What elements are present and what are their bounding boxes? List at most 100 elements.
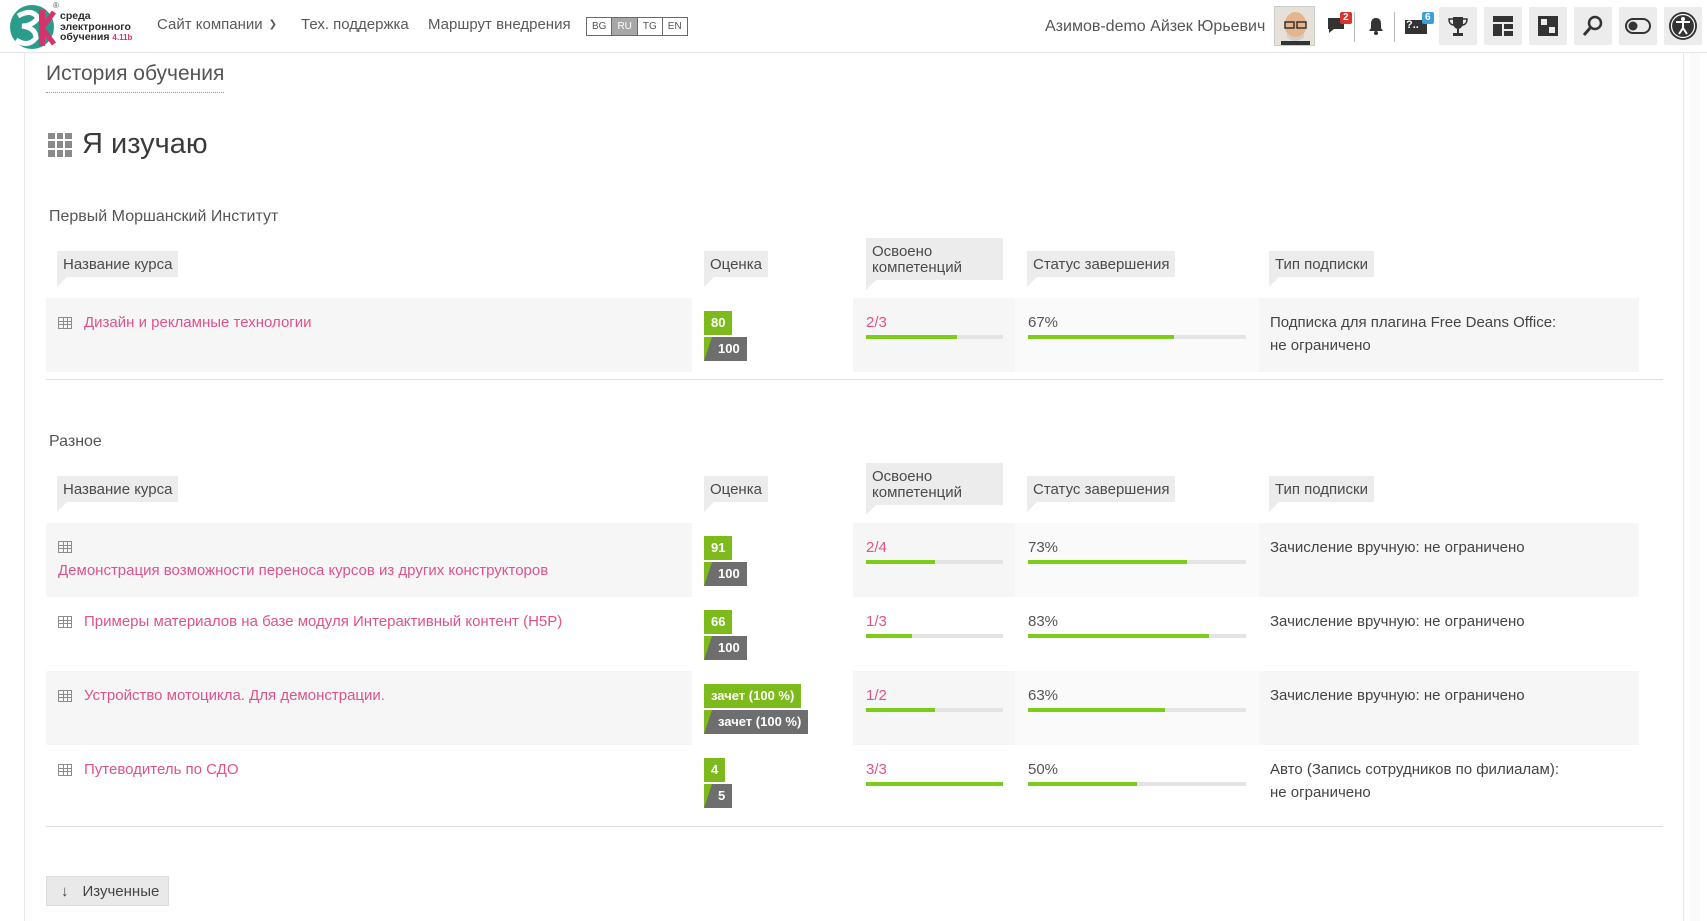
achievements-button[interactable] (1439, 7, 1477, 45)
chess-button[interactable] (1529, 7, 1567, 45)
chess-icon (1538, 16, 1558, 36)
header-divider (1354, 12, 1355, 42)
completion-progress (1028, 634, 1246, 638)
competencies-progress-fill (866, 335, 958, 339)
header-divider-2 (1394, 12, 1395, 42)
chevron-down-icon: ❯ (268, 19, 278, 30)
grade-max: 100 (704, 562, 747, 586)
accessibility-icon (1669, 12, 1697, 40)
nav-company-site-label: Сайт компании (157, 16, 263, 33)
help-button[interactable]: ?.. 6 (1397, 7, 1435, 45)
language-switcher: BG RU TG EN (586, 17, 688, 36)
competencies-progress (866, 782, 1003, 786)
column-header-grade: Оценка (704, 251, 768, 287)
logo[interactable]: ® среда электронного обучения 4.11b (8, 1, 148, 52)
subscription-type: Авто (Запись сотрудников по филиалам): не… (1270, 758, 1559, 804)
column-header-competencies-line-2: компетенций (872, 484, 963, 501)
accessibility-button[interactable] (1664, 7, 1702, 45)
lang-ru[interactable]: RU (612, 18, 638, 35)
lang-bg[interactable]: BG (587, 18, 613, 35)
studied-courses-button[interactable]: ↓ Изученные (46, 876, 169, 906)
course-cell (46, 298, 692, 372)
nav-company-site[interactable]: Сайт компании ❯ (157, 16, 277, 33)
arrow-down-icon: ↓ (61, 882, 69, 900)
competencies-value[interactable]: 3/3 (866, 761, 887, 778)
theme-toggle-button[interactable] (1619, 7, 1657, 45)
competencies-progress-fill (866, 708, 935, 712)
grade-value: 4 (704, 758, 726, 782)
nav-tech-support[interactable]: Тех. поддержка (301, 16, 409, 33)
competencies-value[interactable]: 2/4 (866, 539, 887, 556)
lang-tg[interactable]: TG (638, 18, 663, 35)
column-header-competencies-line-1: Освоено (872, 243, 933, 260)
page-title-text: Я изучаю (82, 128, 208, 160)
trophy-icon (1448, 17, 1468, 36)
subscription-type: Зачисление вручную: не ограничено (1270, 613, 1525, 630)
competencies-progress (866, 634, 1003, 638)
dashboard-button[interactable] (1484, 7, 1522, 45)
column-header-competencies: Освоено компетенций (866, 238, 1003, 290)
completion-progress-fill (1028, 560, 1188, 564)
course-cell (46, 523, 692, 597)
grade-max: зачет (100 %) (704, 710, 809, 734)
logo-version: 4.11b (112, 33, 133, 42)
competencies-value[interactable]: 2/3 (866, 314, 887, 331)
course-cell (46, 671, 692, 745)
subscription-cell (1259, 523, 1639, 597)
course-icon (58, 690, 72, 702)
course-link[interactable]: Демонстрация возможности переноса курсов… (58, 562, 548, 579)
course-link[interactable]: Устройство мотоцикла. Для демонстрации. (84, 687, 385, 704)
breadcrumb[interactable]: История обучения (46, 62, 225, 93)
content-frame-left (24, 53, 25, 921)
grade-value: 91 (704, 536, 733, 560)
completion-progress (1028, 708, 1246, 712)
logo-line-3: обучения 4.11b (60, 32, 132, 44)
course-link[interactable]: Путеводитель по СДО (84, 761, 239, 778)
lang-en[interactable]: EN (663, 18, 687, 35)
subscription-type: Зачисление вручную: не ограничено (1270, 687, 1525, 704)
column-header-grade: Оценка (704, 476, 768, 512)
logo-mark-icon (10, 5, 56, 49)
course-icon (58, 541, 72, 553)
notifications-button[interactable] (1357, 7, 1395, 45)
completion-status: 73% (1028, 539, 1059, 556)
course-icon (58, 616, 72, 628)
column-header-subscription: Тип подписки (1269, 251, 1375, 287)
subscription-type-line-2: не ограничено (1270, 784, 1371, 801)
logo-text: среда электронного обучения 4.11b (60, 11, 132, 44)
column-header-subscription: Тип подписки (1269, 476, 1375, 512)
logo-line-3-text: обучения (60, 31, 110, 43)
help-count-badge: 6 (1422, 12, 1434, 24)
avatar[interactable] (1274, 6, 1315, 46)
scrollbar[interactable] (1690, 53, 1700, 921)
studied-courses-label: Изученные (82, 882, 160, 900)
user-name[interactable]: Азимов-demo Айзек Юрьевич (1045, 18, 1265, 36)
course-link[interactable]: Дизайн и рекламные технологии (84, 314, 312, 331)
column-header-course: Название курса (57, 251, 179, 287)
messages-count-badge: 2 (1340, 12, 1352, 24)
divider (46, 826, 1663, 827)
completion-status: 63% (1028, 687, 1059, 704)
competencies-progress (866, 708, 1003, 712)
completion-status: 67% (1028, 314, 1059, 331)
subscription-type: Подписка для плагина Free Deans Office: н… (1270, 311, 1556, 357)
completion-progress-fill (1028, 634, 1209, 638)
subscription-cell (1259, 671, 1639, 745)
subscription-type-line-1: Подписка для плагина Free Deans Office: (1270, 314, 1557, 331)
divider (46, 379, 1663, 380)
section-title: Разное (49, 433, 102, 450)
competencies-value[interactable]: 1/2 (866, 687, 887, 704)
logo-line-1: среда (60, 10, 91, 22)
search-button[interactable] (1574, 7, 1612, 45)
messages-button[interactable]: 2 (1318, 7, 1356, 45)
completion-status: 83% (1028, 613, 1059, 630)
course-icon (58, 317, 72, 329)
course-link[interactable]: Примеры материалов на базе модуля Интера… (84, 613, 562, 630)
competencies-value[interactable]: 1/3 (866, 613, 887, 630)
nav-implementation-route[interactable]: Маршрут внедрения (428, 16, 571, 33)
search-icon (1582, 15, 1603, 36)
column-header-status: Статус завершения (1027, 251, 1176, 287)
course-icon (58, 764, 72, 776)
column-header-status: Статус завершения (1027, 476, 1176, 512)
competencies-progress-fill (866, 782, 1003, 786)
